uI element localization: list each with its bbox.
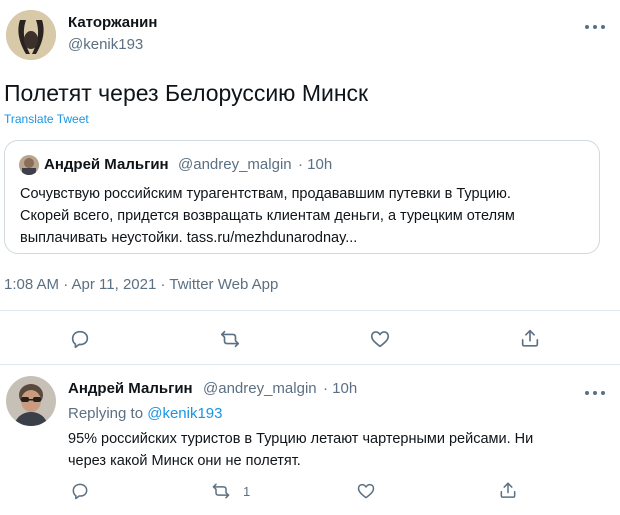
quoted-tweet-line-2: Скорей всего, придется возвращать клиент… (20, 208, 515, 224)
replying-to: Replying to @kenik193 (68, 405, 223, 422)
translate-tweet-link[interactable]: Translate Tweet (4, 112, 89, 126)
author-handle[interactable]: @kenik193 (68, 36, 143, 53)
tweet-timestamp: 1:08 AM · Apr 11, 2021 · Twitter Web App (4, 276, 279, 293)
retweet-icon[interactable] (215, 326, 245, 352)
share-icon[interactable] (496, 479, 520, 501)
reply-age[interactable]: · 10h (323, 380, 357, 397)
reply-text-line-2: через какой Минск они не полетят. (68, 453, 301, 469)
quoted-tweet-line-3: выплачивать неустойки. tass.ru/mezhdunar… (20, 230, 358, 246)
reply-author-handle[interactable]: @andrey_malgin (203, 380, 317, 397)
heart-icon[interactable] (366, 326, 394, 352)
author-name[interactable]: Каторжанин (68, 14, 157, 31)
quoted-author-name: Андрей Мальгин (44, 156, 169, 173)
heart-icon[interactable] (354, 480, 378, 502)
retweet-count: 1 (243, 484, 251, 499)
quoted-author-avatar (19, 155, 39, 175)
more-horizontal-icon[interactable] (583, 17, 607, 29)
more-horizontal-icon[interactable] (583, 383, 607, 395)
reply-author-avatar[interactable] (6, 376, 56, 426)
replying-to-handle[interactable]: @kenik193 (147, 405, 222, 422)
share-icon[interactable] (516, 325, 544, 351)
retweet-icon[interactable] (208, 480, 234, 502)
reply-icon[interactable] (66, 326, 94, 352)
divider (0, 310, 620, 311)
reply-author-name[interactable]: Андрей Мальгин (68, 380, 193, 397)
replying-to-label: Replying to (68, 405, 144, 422)
author-avatar[interactable] (6, 10, 56, 60)
reply-text-line-1: 95% российских туристов в Турцию летают … (68, 431, 534, 447)
quoted-tweet-age: · 10h (298, 156, 333, 173)
quoted-author-handle: @andrey_malgin (178, 156, 292, 173)
divider (0, 364, 620, 365)
quoted-tweet-line-1: Сочувствую российским турагентствам, про… (20, 186, 511, 202)
reply-icon[interactable] (68, 480, 92, 502)
tweet-text: Полетят через Белоруссию Минск (4, 80, 369, 106)
